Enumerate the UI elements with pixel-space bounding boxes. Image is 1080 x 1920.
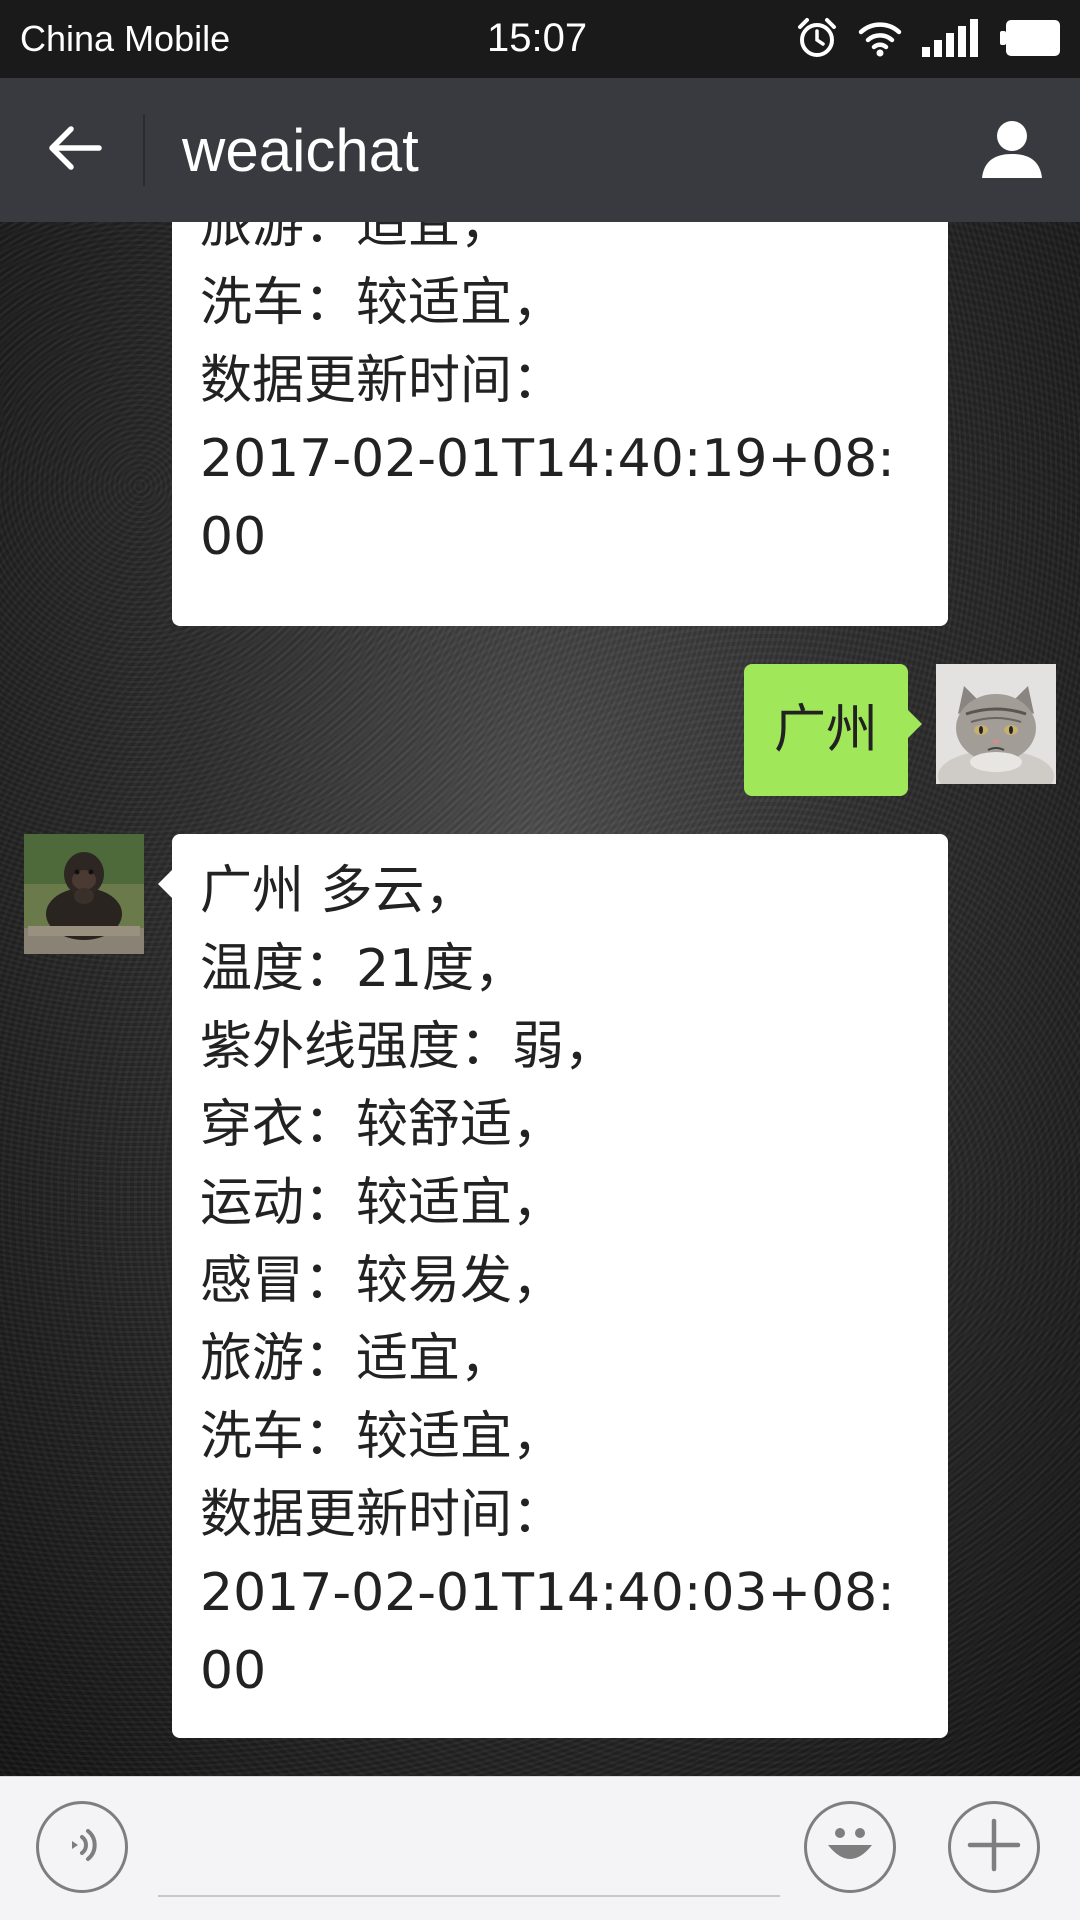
message-line: 广州 多云， xyxy=(200,861,477,921)
chat-screen: China Mobile 15:07 weaichat 旅游：适宜， 洗车：较适… xyxy=(0,0,1080,1920)
message-line: 穿衣：较舒适， xyxy=(200,1095,565,1155)
status-time: 15:07 xyxy=(487,16,588,60)
message-line: 2017-02-01T14:40:03+08: xyxy=(200,1563,895,1623)
message-bubble-bot[interactable]: 广州 多云， 温度：21度， 紫外线强度：弱， 穿衣：较舒适， 运动：较适宜， … xyxy=(158,834,948,1738)
message-list[interactable]: 旅游：适宜， 洗车：较适宜， 数据更新时间： 2017-02-01T14:40:… xyxy=(0,222,1080,1776)
carrier-name: China Mobile xyxy=(20,18,231,59)
bot-avatar[interactable] xyxy=(24,834,144,954)
message-line: 数据更新时间： xyxy=(200,351,565,411)
chat-title: weaichat xyxy=(182,117,419,184)
message-bubble-bot[interactable]: 旅游：适宜， 洗车：较适宜， 数据更新时间： 2017-02-01T14:40:… xyxy=(172,222,948,626)
voice-icon xyxy=(58,1821,106,1873)
message-line: 洗车：较适宜， xyxy=(200,273,565,333)
status-icons xyxy=(796,18,1060,62)
message-bubble-user[interactable]: 广州 xyxy=(744,664,922,796)
cat-avatar-image xyxy=(936,664,1056,784)
signal-icon xyxy=(922,19,980,61)
message-line: 旅游：适宜， xyxy=(200,1329,513,1389)
input-bar xyxy=(0,1776,1080,1920)
user-avatar[interactable] xyxy=(936,664,1056,784)
emoji-button[interactable] xyxy=(804,1801,896,1893)
message-line: 2017-02-01T14:40:19+08: xyxy=(200,429,895,489)
input-underline xyxy=(158,1895,780,1897)
battery-icon xyxy=(1000,20,1060,60)
plus-icon xyxy=(966,1817,1022,1877)
message-line: 旅游：适宜， xyxy=(200,222,513,255)
voice-button[interactable] xyxy=(36,1801,128,1893)
wifi-icon xyxy=(858,18,902,62)
chat-info-button[interactable] xyxy=(972,114,1052,186)
message-line: 洗车：较适宜， xyxy=(200,1407,565,1467)
message-line: 00 xyxy=(200,1641,267,1701)
alarm-icon xyxy=(796,17,838,63)
emoji-icon xyxy=(818,1813,882,1881)
message-line: 紫外线强度：弱， xyxy=(200,1017,617,1077)
message-line: 温度：21度， xyxy=(200,939,527,999)
person-icon xyxy=(980,116,1044,184)
message-line: 数据更新时间： xyxy=(200,1485,565,1545)
chat-header: weaichat xyxy=(0,78,1080,222)
message-line: 00 xyxy=(200,507,267,567)
header-divider xyxy=(143,114,145,186)
status-bar: China Mobile 15:07 xyxy=(0,0,1080,78)
arrow-left-icon xyxy=(47,123,103,177)
gorilla-avatar-image xyxy=(24,834,144,954)
message-line: 运动：较适宜， xyxy=(200,1173,565,1233)
message-input[interactable] xyxy=(158,1817,784,1895)
bubble-tail xyxy=(158,870,172,898)
more-button[interactable] xyxy=(948,1801,1040,1893)
back-button[interactable] xyxy=(30,114,120,186)
message-line: 广州 xyxy=(773,700,878,760)
message-line: 感冒：较易发， xyxy=(200,1251,565,1311)
bubble-tail xyxy=(908,710,922,738)
